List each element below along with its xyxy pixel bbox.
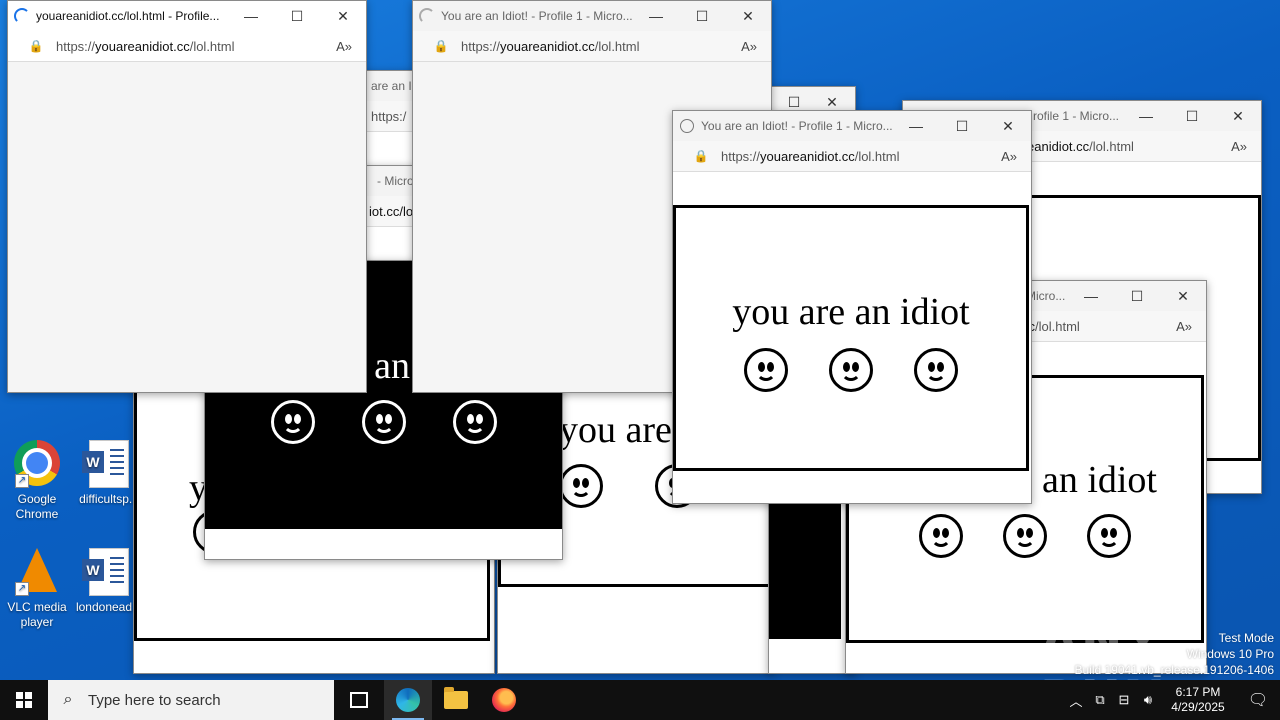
read-aloud-icon[interactable]: A» — [1176, 319, 1192, 334]
address-bar-path[interactable]: /lol.html — [595, 39, 640, 54]
address-bar-path[interactable]: /lol.html — [855, 149, 900, 164]
task-view-button[interactable] — [334, 680, 384, 720]
word-doc-icon: W — [82, 548, 133, 596]
start-button[interactable] — [0, 680, 48, 720]
idiot-page-inverted — [769, 501, 841, 639]
address-bar-path[interactable]: /lol.html — [190, 39, 235, 54]
address-bar-domain[interactable]: youareanidiot.cc — [760, 149, 855, 164]
address-bar-domain[interactable]: youareanidiot.cc — [95, 39, 190, 54]
minimize-button[interactable]: — — [1068, 281, 1114, 311]
idiot-page: you are an idiot — [673, 205, 1029, 471]
lock-icon[interactable]: 🔒 — [691, 149, 711, 163]
network-adapter-icon[interactable]: ⧉ — [1088, 692, 1112, 708]
os-watermark: Test Mode Windows 10 Pro Build 19041.vb_… — [1075, 630, 1275, 678]
desktop-icon-vlc[interactable]: ↗ VLC media player — [2, 548, 72, 630]
chrome-icon: ↗ — [13, 440, 61, 488]
clock-date: 4/29/2025 — [1171, 700, 1225, 714]
smiley-icon — [452, 400, 497, 444]
smiley-icon — [271, 400, 316, 444]
close-button[interactable]: ✕ — [725, 1, 771, 31]
desktop-icon-label: Google Chrome — [15, 492, 59, 521]
desktop-icon-label: VLC media player — [7, 600, 67, 629]
desktop-icon-chrome[interactable]: ↗ Google Chrome — [2, 440, 72, 522]
smiley-icon — [1087, 514, 1131, 558]
maximize-button[interactable]: ☐ — [274, 1, 320, 31]
address-bar-domain[interactable]: eanidiot.cc — [1027, 139, 1089, 154]
lock-icon[interactable]: 🔒 — [431, 39, 451, 53]
lock-icon[interactable]: 🔒 — [26, 39, 46, 53]
close-button[interactable]: ✕ — [985, 111, 1031, 141]
taskbar: ⌕ Type here to search ︿ ⧉ ⊟ 🔊︎ 6:17 PM 4… — [0, 680, 1280, 720]
task-view-icon — [350, 692, 368, 708]
taskbar-file-explorer-button[interactable] — [432, 680, 480, 720]
read-aloud-icon[interactable]: A» — [1001, 149, 1017, 164]
minimize-button[interactable]: — — [893, 111, 939, 141]
address-bar-domain[interactable]: youareanidiot.cc — [500, 39, 595, 54]
smiley-icon — [744, 348, 789, 392]
chevron-up-icon[interactable]: ︿ — [1064, 691, 1088, 710]
close-button[interactable]: ✕ — [1215, 101, 1261, 131]
browser-window-front-right[interactable]: You are an Idiot! - Profile 1 - Micro...… — [672, 110, 1032, 504]
system-tray: ︿ ⧉ ⊟ 🔊︎ 6:17 PM 4/29/2025 🗨︎ — [1064, 680, 1280, 720]
idiot-phrase: you are an idiot — [732, 291, 970, 333]
read-aloud-icon[interactable]: A» — [741, 39, 757, 54]
vlc-icon: ↗ — [13, 548, 61, 596]
network-icon[interactable]: ⊟ — [1112, 692, 1136, 708]
smiley-icon — [913, 348, 958, 392]
firefox-icon — [492, 688, 516, 712]
taskbar-edge-button[interactable] — [384, 680, 432, 720]
close-button[interactable]: ✕ — [320, 1, 366, 31]
watermark-line: Build 19041.vb_release.191206-1406 — [1074, 663, 1275, 677]
minimize-button[interactable]: — — [633, 1, 679, 31]
read-aloud-icon[interactable]: A» — [336, 39, 352, 54]
address-bar-path[interactable]: /lol.html — [1035, 319, 1080, 334]
taskbar-clock[interactable]: 6:17 PM 4/29/2025 — [1160, 685, 1236, 715]
smiley-icon — [919, 514, 963, 558]
taskbar-firefox-button[interactable] — [480, 680, 528, 720]
window-title: You are an Idiot! - Profile 1 - Micro... — [441, 9, 633, 23]
smiley-icon — [828, 348, 873, 392]
address-bar-scheme[interactable]: https:// — [461, 39, 500, 54]
watermark-line: Windows 10 Pro — [1186, 647, 1274, 661]
address-bar-path[interactable]: /lol.html — [1089, 139, 1134, 154]
clock-time: 6:17 PM — [1175, 685, 1221, 699]
window-title: youareanidiot.cc/lol.html - Profile... — [36, 9, 220, 23]
minimize-button[interactable]: — — [1123, 101, 1169, 131]
browser-window-front-left[interactable]: youareanidiot.cc/lol.html - Profile... —… — [7, 0, 367, 393]
maximize-button[interactable]: ☐ — [679, 1, 725, 31]
smiley-icon — [1003, 514, 1047, 558]
search-placeholder: Type here to search — [88, 691, 221, 709]
edge-icon — [396, 688, 420, 712]
word-doc-icon: W — [82, 440, 133, 488]
address-bar-scheme[interactable]: https:// — [56, 39, 95, 54]
address-bar-scheme[interactable]: https:// — [721, 149, 760, 164]
smiley-icon — [559, 464, 603, 508]
window-title: You are an Idiot! - Profile 1 - Micro... — [701, 119, 893, 133]
folder-icon — [444, 687, 468, 709]
search-icon: ⌕ — [63, 691, 73, 708]
close-button[interactable]: ✕ — [1160, 281, 1206, 311]
desktop: ↗ Google Chrome W difficultsp... ↗ VLC m… — [0, 0, 1280, 680]
windows-logo-icon — [16, 692, 32, 708]
watermark-line: Test Mode — [1218, 631, 1274, 645]
volume-icon[interactable]: 🔊︎ — [1136, 692, 1160, 708]
page-content-blank — [8, 62, 366, 392]
maximize-button[interactable]: ☐ — [939, 111, 985, 141]
read-aloud-icon[interactable]: A» — [1231, 139, 1247, 154]
notifications-icon[interactable]: 🗨︎ — [1236, 690, 1280, 710]
smiley-favicon-icon — [679, 118, 695, 134]
loading-spinner-icon — [14, 8, 30, 24]
maximize-button[interactable]: ☐ — [1169, 101, 1215, 131]
minimize-button[interactable]: — — [228, 1, 274, 31]
smiley-icon — [361, 400, 406, 444]
loading-spinner-icon — [419, 8, 435, 24]
taskbar-search-box[interactable]: ⌕ Type here to search — [48, 680, 334, 720]
maximize-button[interactable]: ☐ — [1114, 281, 1160, 311]
